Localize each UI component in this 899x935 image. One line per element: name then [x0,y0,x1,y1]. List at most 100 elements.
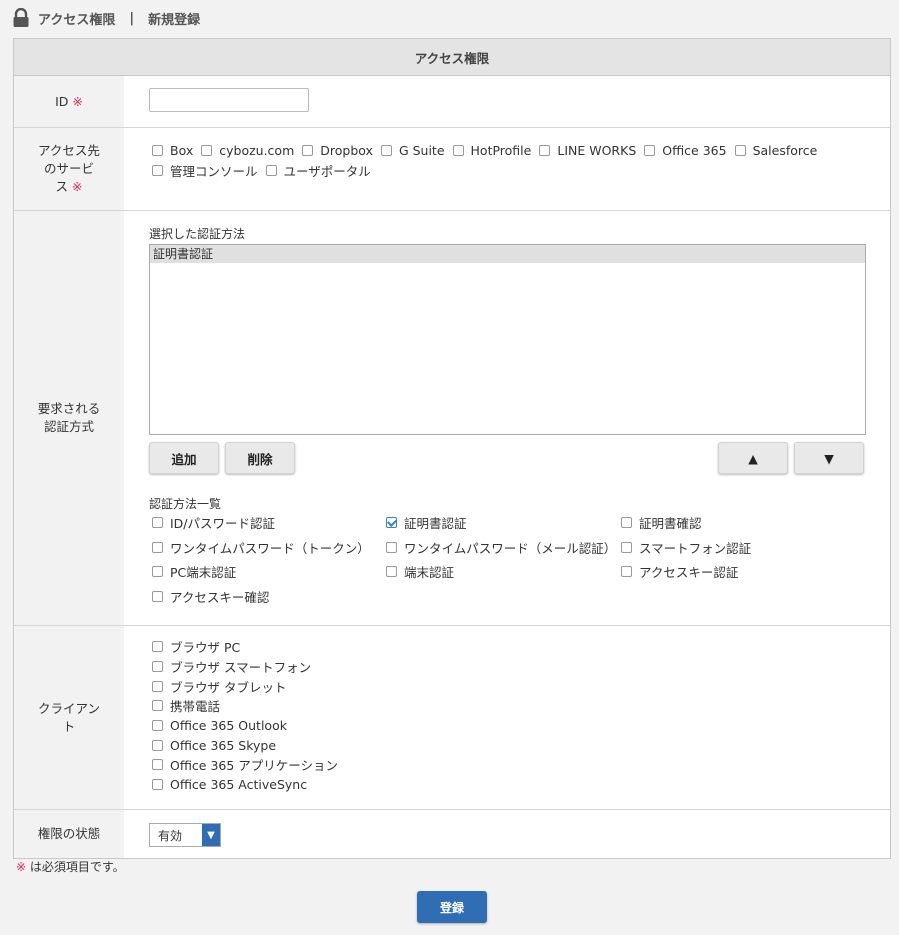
checkbox[interactable] [152,641,163,653]
checkbox[interactable] [386,566,397,577]
auth-method-label: 要求される 認証方式 [14,211,124,625]
add-button[interactable]: 追加 [149,442,219,474]
id-input[interactable] [149,88,309,112]
client-option[interactable]: Office 365 アプリケーション [152,755,866,775]
auth-method-option[interactable]: 端末認証 [386,562,454,581]
checkbox[interactable] [152,591,163,602]
service-option[interactable]: 管理コンソール [152,161,258,180]
selected-methods-listbox[interactable]: 証明書認証 [149,244,866,435]
checkbox[interactable] [621,566,632,577]
checkbox[interactable] [386,517,397,528]
client-option[interactable]: ブラウザ タブレット [152,676,866,696]
service-label: アクセス先 のサービ ス ※ [14,128,124,210]
service-option[interactable]: LINE WORKS [539,143,636,158]
checkbox-label: Salesforce [752,142,818,158]
checkbox[interactable] [152,779,163,791]
checkbox-label: スマートフォン認証 [639,541,752,556]
auth-method-row: 要求される 認証方式 選択した認証方法 証明書認証 追加 削除 ▲ ▼ 認証方法… [14,211,890,626]
client-option[interactable]: ブラウザ スマートフォン [152,657,866,677]
checkbox-label: 管理コンソール [170,163,258,179]
submit-button[interactable]: 登録 [417,891,487,923]
client-option[interactable]: ブラウザ PC [152,637,866,657]
checkbox-label: ID/パスワード認証 [170,516,276,531]
checkbox[interactable] [386,542,397,553]
client-option[interactable]: 携帯電話 [152,696,866,716]
access-form: アクセス権限 ID ※ アクセス先 のサービ ス ※ Box cybozu.com… [13,38,891,859]
checkbox[interactable] [302,144,314,156]
client-options: ブラウザ PC ブラウザ スマートフォン ブラウザ タブレット 携帯電話 Office … [124,626,890,809]
checkbox-label: アクセスキー認証 [639,565,739,580]
checkbox-label: ブラウザ スマートフォン [170,660,312,676]
checkbox[interactable] [734,144,746,156]
checkbox-label: 携帯電話 [170,699,221,715]
auth-method-option[interactable]: 証明書認証 [386,513,467,532]
service-option[interactable]: Salesforce [734,142,818,158]
client-option[interactable]: Office 365 Outlook [152,716,866,736]
checkbox[interactable] [621,542,632,553]
methods-list-title: 認証方法一覧 [149,497,222,511]
service-option[interactable]: Office 365 [644,142,727,158]
service-option[interactable]: G Suite [380,142,445,158]
checkbox[interactable] [152,661,163,673]
breadcrumb: アクセス権限 | 新規登録 [12,8,200,28]
selected-method-item[interactable]: 証明書認証 [150,245,865,263]
client-row: クライアン ト ブラウザ PC ブラウザ スマートフォン ブラウザ タブレット 携帯電… [14,626,890,810]
auth-method-option[interactable]: ワンタイムパスワード（メール認証） [386,538,616,557]
status-row: 権限の状態 有効 ▼ [14,810,890,858]
checkbox-label: HotProfile [470,142,532,158]
checkbox-label: Dropbox [320,142,373,158]
service-option[interactable]: Box [152,143,193,158]
move-down-button[interactable]: ▼ [794,442,864,474]
auth-method-option[interactable]: PC端末認証 [152,562,236,581]
service-option[interactable]: HotProfile [452,142,532,158]
checkbox[interactable] [152,759,163,771]
checkbox-label: ブラウザ タブレット [170,679,287,695]
form-header: アクセス権限 [14,39,890,76]
move-up-button[interactable]: ▲ [718,442,788,474]
checkbox-label: Office 365 [662,142,727,158]
breadcrumb-page: 新規登録 [148,12,201,28]
checkbox[interactable] [621,517,632,528]
client-option[interactable]: Office 365 ActiveSync [152,775,866,795]
client-option[interactable]: Office 365 Skype [152,735,866,755]
selected-methods-title: 選択した認証方法 [149,227,246,241]
checkbox[interactable] [152,720,163,732]
checkbox[interactable] [380,144,392,156]
auth-method-option[interactable]: アクセスキー認証 [621,562,738,581]
checkbox[interactable] [152,144,163,156]
breadcrumb-section: アクセス権限 [38,12,116,28]
auth-method-option[interactable]: スマートフォン認証 [621,538,751,557]
auth-method-option[interactable]: アクセスキー確認 [152,587,269,606]
id-row: ID ※ [14,76,890,128]
status-select[interactable]: 有効 ▼ [149,823,221,847]
checkbox-label: Box [170,142,194,158]
checkbox-label: ワンタイムパスワード（トークン） [170,541,370,556]
auth-method-option[interactable]: ID/パスワード認証 [152,513,275,532]
checkbox[interactable] [152,542,163,553]
checkbox[interactable] [152,517,163,528]
checkbox[interactable] [452,144,464,156]
checkbox-label: ユーザポータル [283,163,371,179]
checkbox[interactable] [644,144,656,156]
checkbox[interactable] [201,144,213,156]
service-options-line-2: 管理コンソール ユーザポータル [152,160,866,180]
checkbox-label: Office 365 ActiveSync [170,777,308,793]
delete-button[interactable]: 削除 [225,442,295,474]
chevron-down-icon: ▼ [202,824,220,846]
service-option[interactable]: cybozu.com [201,143,294,158]
checkbox-label: 端末認証 [404,565,455,580]
checkbox[interactable] [265,164,277,176]
checkbox[interactable] [152,566,163,577]
checkbox[interactable] [152,739,163,751]
checkbox-label: 証明書確認 [639,516,702,531]
checkbox[interactable] [152,700,163,712]
auth-method-option[interactable]: 証明書確認 [621,513,702,532]
auth-method-option[interactable]: ワンタイムパスワード（トークン） [152,538,370,557]
checkbox[interactable] [539,144,551,156]
service-option[interactable]: Dropbox [302,143,373,158]
service-option[interactable]: ユーザポータル [265,161,371,180]
checkbox[interactable] [152,680,163,692]
checkbox[interactable] [152,164,163,176]
checkbox-label: ブラウザ PC [170,640,241,656]
checkbox-label: G Suite [398,142,445,158]
